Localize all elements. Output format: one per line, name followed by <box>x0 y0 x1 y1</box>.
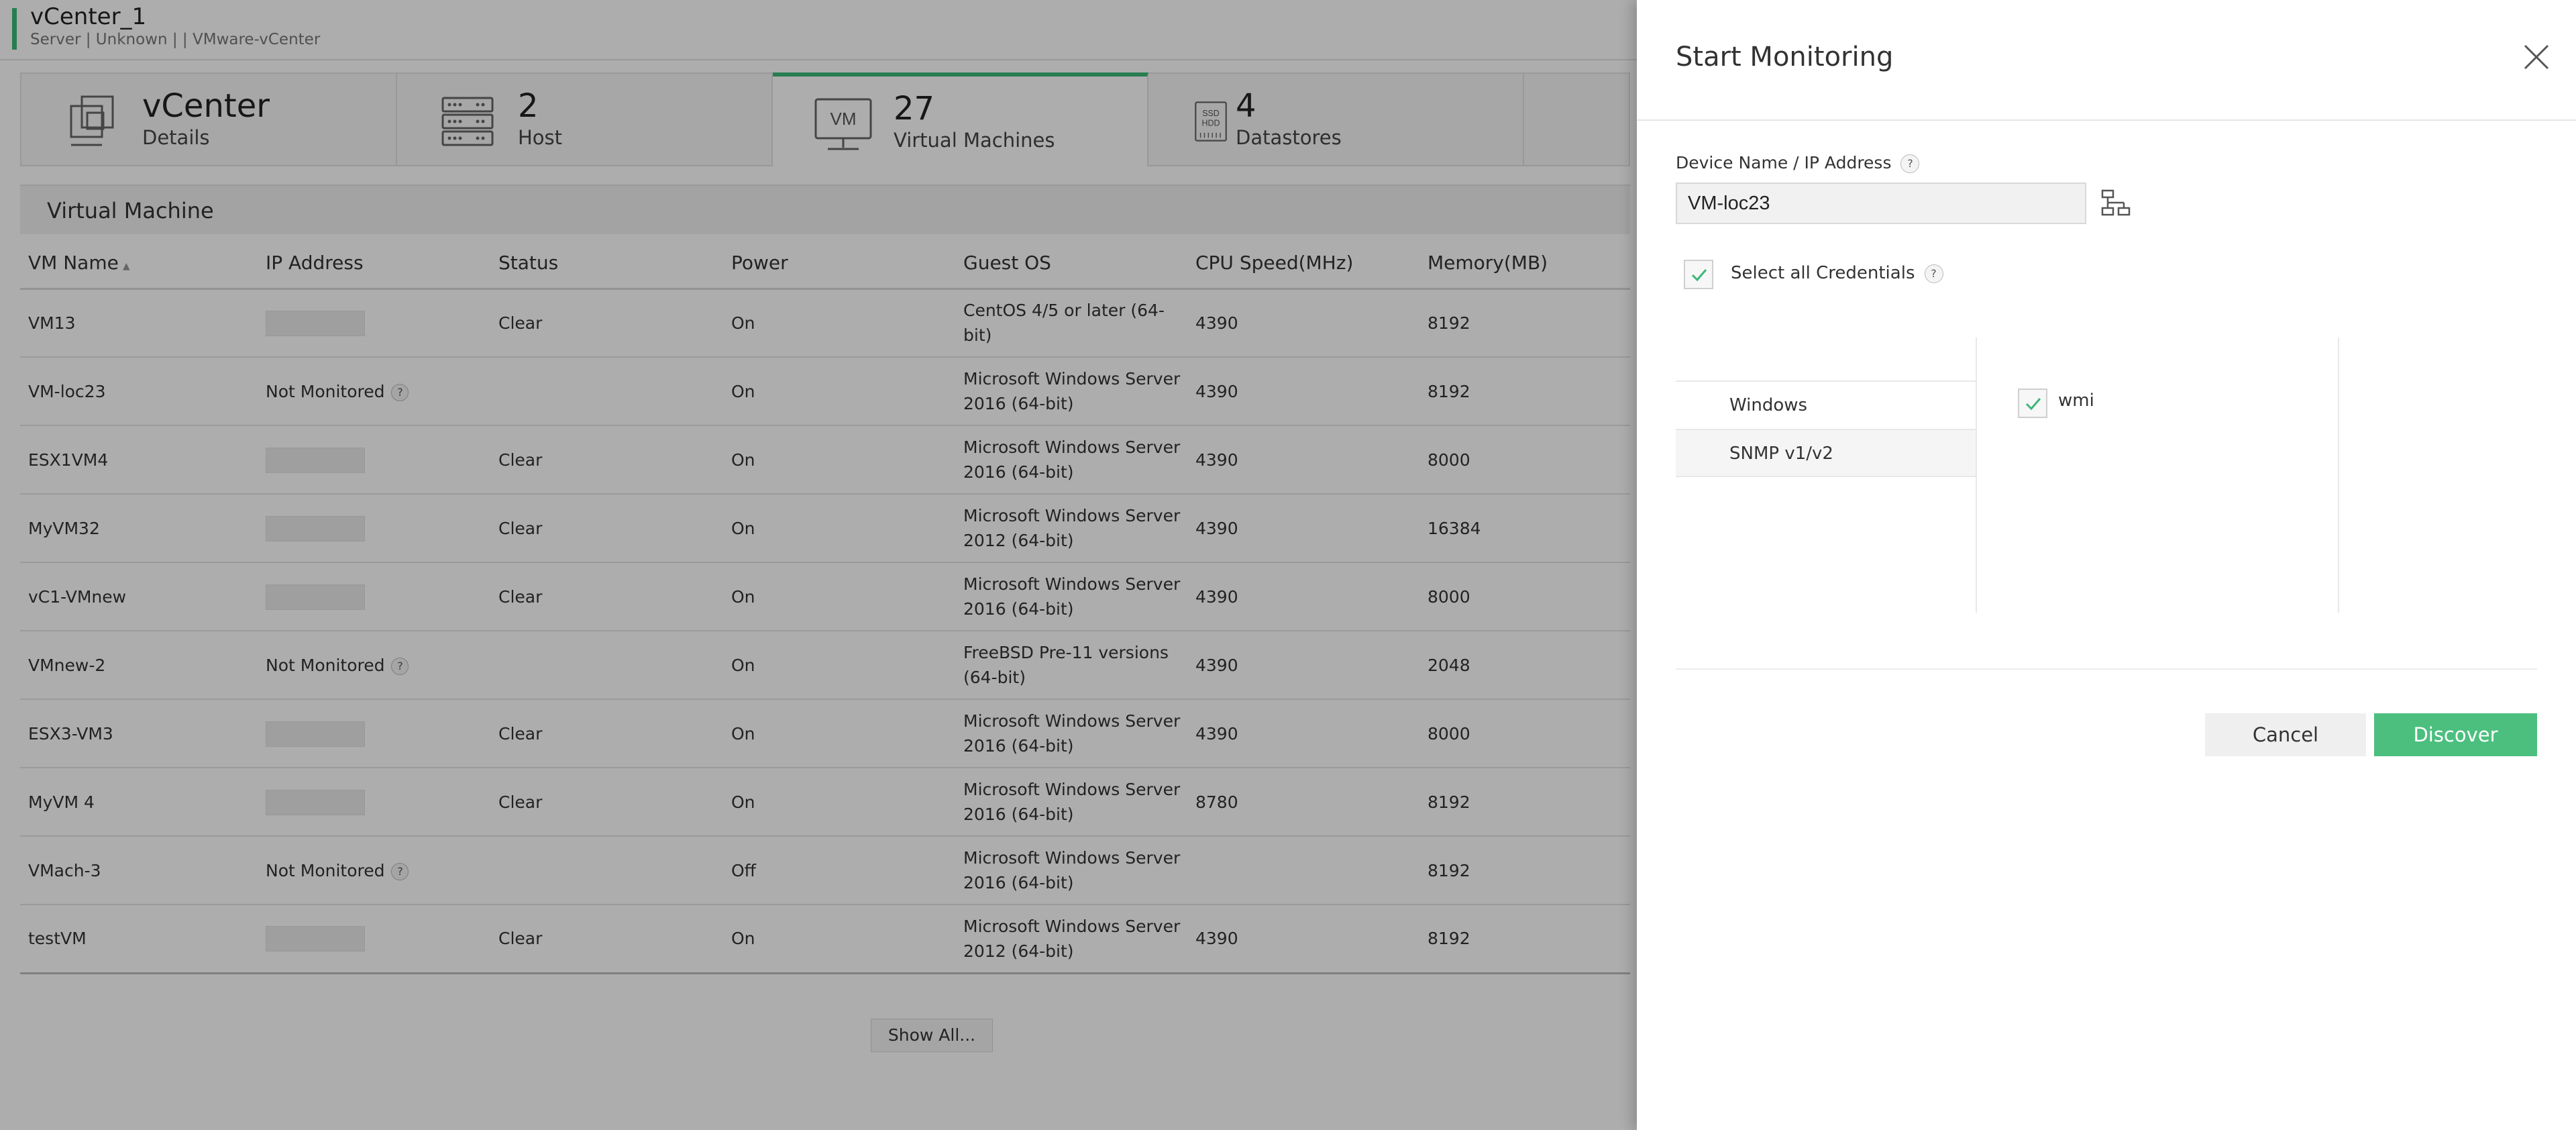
close-icon[interactable] <box>2521 42 2552 72</box>
credentials-box: Windows SNMP v1/v2 <box>1676 338 2347 614</box>
cancel-button[interactable]: Cancel <box>2205 713 2366 756</box>
wmi-credential-checkbox[interactable] <box>2018 389 2047 418</box>
credentials-divider <box>2338 338 2339 613</box>
device-name-input[interactable] <box>1676 183 2086 224</box>
wmi-credential-label: wmi <box>2058 391 2094 411</box>
select-all-credentials-checkbox[interactable] <box>1684 260 1713 289</box>
network-discovery-icon[interactable] <box>2100 187 2132 219</box>
select-all-credentials-label: Select all Credentials? <box>1731 263 1943 283</box>
credential-type-list: Windows SNMP v1/v2 <box>1676 380 1976 477</box>
credential-type-windows[interactable]: Windows <box>1676 380 1976 429</box>
checkmark-icon <box>2025 398 2041 411</box>
discover-button[interactable]: Discover <box>2374 713 2537 756</box>
device-name-label: Device Name / IP Address? <box>1676 153 1920 173</box>
help-icon[interactable]: ? <box>1924 264 1943 283</box>
device-name-label-text: Device Name / IP Address <box>1676 153 1892 172</box>
panel-header: Start Monitoring <box>1637 0 2576 121</box>
credentials-divider <box>1976 338 1977 613</box>
start-monitoring-panel: Start Monitoring Device Name / IP Addres… <box>1637 0 2576 1130</box>
checkmark-icon <box>1691 269 1707 282</box>
credential-type-snmp[interactable]: SNMP v1/v2 <box>1676 429 1976 477</box>
panel-title: Start Monitoring <box>1676 42 1894 72</box>
select-all-credentials-text: Select all Credentials <box>1731 263 1915 283</box>
help-icon[interactable]: ? <box>1900 154 1920 173</box>
panel-divider <box>1676 668 2537 670</box>
modal-overlay[interactable] <box>0 0 1637 1130</box>
